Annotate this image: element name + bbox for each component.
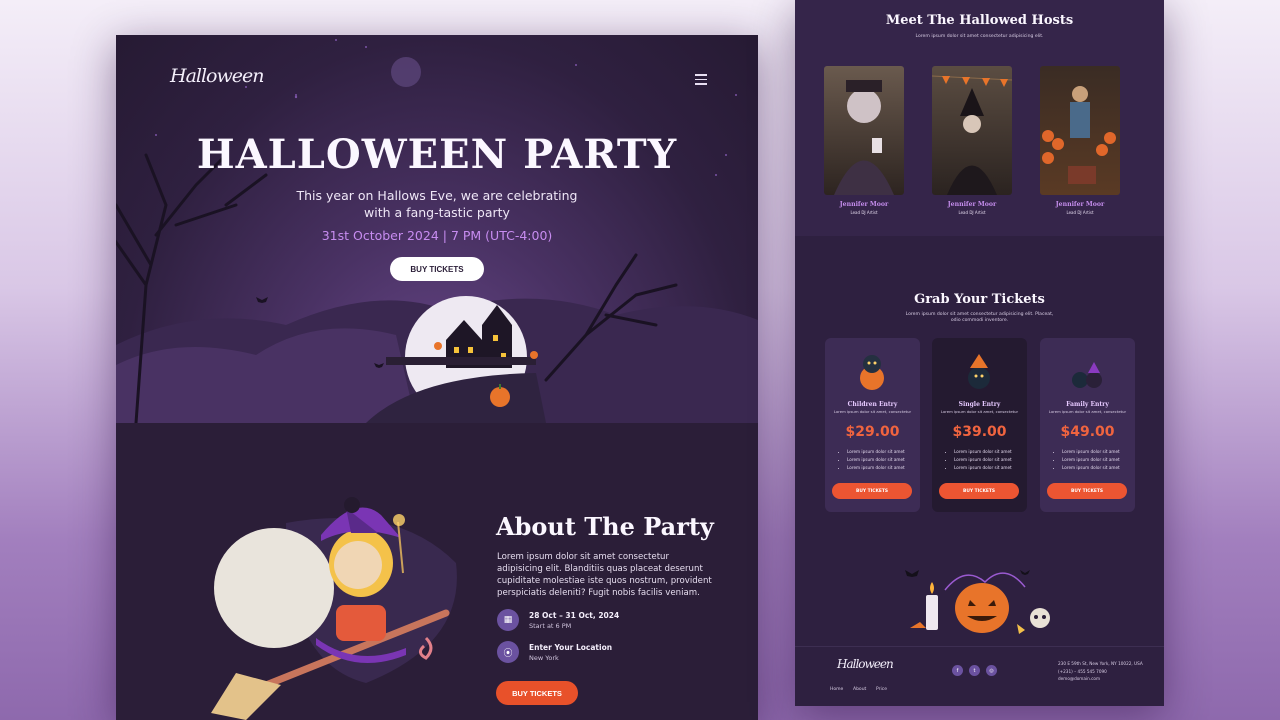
witch-cat-icon — [968, 354, 990, 389]
feature-item: Lorem ipsum dolor sit amet — [847, 464, 905, 472]
ticket-price: $39.00 — [952, 424, 1007, 440]
host-role: Lead DJ Artist — [1066, 210, 1094, 215]
hero-date: 31st October 2024 | 7 PM (UTC-4:00) — [321, 228, 553, 243]
host-name: Jennifer Moor — [839, 201, 889, 208]
landing-page-right: Meet The Hallowed Hosts Lorem ipsum dolo… — [795, 0, 1164, 706]
ticket-features: Lorem ipsum dolor sit amet Lorem ipsum d… — [839, 448, 905, 472]
event-date-info: ▦ 28 Oct – 31 Oct, 2024 Start at 6 PM — [497, 609, 619, 631]
calendar-icon: ▦ — [497, 609, 519, 631]
about-section: About The Party Lorem ipsum dolor sit am… — [116, 423, 758, 720]
ticket-name: Single Entry — [958, 401, 1001, 408]
ticket-price: $49.00 — [1060, 424, 1115, 440]
event-city: New York — [529, 653, 559, 662]
feature-item: Lorem ipsum dolor sit amet — [954, 448, 1012, 456]
ticket-card-family: Family Entry Lorem ipsum dolor sit amet,… — [1040, 338, 1135, 512]
footer-email[interactable]: demo@domain.com — [1058, 675, 1143, 683]
footer: Halloween Home About Price f t ◎ 230 E 5… — [795, 646, 1164, 706]
host-name: Jennifer Moor — [1055, 201, 1105, 208]
host-photo — [1040, 66, 1120, 195]
footer-nav-about[interactable]: About — [853, 687, 866, 692]
event-date: 28 Oct – 31 Oct, 2024 — [529, 610, 620, 620]
host-role: Lead DJ Artist — [850, 210, 878, 215]
feature-item: Lorem ipsum dolor sit amet — [1062, 448, 1120, 456]
hero-title: HALLOWEEN PARTY — [196, 131, 678, 178]
site-logo[interactable]: Halloween — [170, 65, 264, 87]
hero-buy-tickets-button[interactable]: BUY TICKETS — [390, 257, 484, 281]
ticket-description: Lorem ipsum dolor sit amet, consectetur — [940, 409, 1019, 414]
facebook-icon[interactable]: f — [952, 665, 963, 676]
family-cats-icon — [1072, 362, 1102, 388]
instagram-icon[interactable]: ◎ — [986, 665, 997, 676]
ticket-card-single: Single Entry Lorem ipsum dolor sit amet,… — [932, 338, 1027, 512]
ticket-card-children: Children Entry Lorem ipsum dolor sit ame… — [825, 338, 920, 512]
footer-address: 230 E 59th St, New York, NY 10022, USA — [1058, 661, 1143, 666]
host-card: Jennifer Moor Lead DJ Artist — [932, 66, 1012, 215]
pumpkin-cat-icon — [860, 355, 884, 390]
ticket-features: Lorem ipsum dolor sit amet Lorem ipsum d… — [1054, 448, 1120, 472]
feature-item: Lorem ipsum dolor sit amet — [954, 464, 1012, 472]
about-description: Lorem ipsum dolor sit amet consectetur a… — [497, 552, 712, 598]
location-pin-icon: ⦿ — [497, 641, 519, 663]
footer-nav-price[interactable]: Price — [876, 687, 887, 692]
hero-section: Halloween HALLOWEEN PARTY This year on H… — [116, 35, 758, 423]
footer-nav-home[interactable]: Home — [830, 687, 843, 692]
host-role: Lead DJ Artist — [958, 210, 986, 215]
ticket-price: $29.00 — [845, 424, 900, 440]
host-name: Jennifer Moor — [947, 201, 997, 208]
landing-page-left: Halloween HALLOWEEN PARTY This year on H… — [116, 35, 758, 720]
feature-item: Lorem ipsum dolor sit amet — [1062, 456, 1120, 464]
host-photo — [932, 66, 1012, 195]
ticket-description: Lorem ipsum dolor sit amet, consectetur — [1048, 409, 1127, 414]
footer-contact: 230 E 59th St, New York, NY 10022, USA (… — [1058, 660, 1143, 683]
about-title: About The Party — [496, 512, 714, 541]
hamburger-menu-icon[interactable] — [695, 74, 707, 85]
pumpkin-decoration — [905, 570, 1050, 634]
feature-item: Lorem ipsum dolor sit amet — [954, 456, 1012, 464]
about-buy-tickets-button[interactable]: BUY TICKETS — [496, 681, 578, 705]
ticket-name: Family Entry — [1066, 401, 1109, 408]
event-location: Enter Your Location — [529, 642, 613, 652]
ticket-buy-button[interactable]: BUY TICKETS — [832, 483, 912, 499]
ticket-buy-button[interactable]: BUY TICKETS — [1047, 483, 1127, 499]
hosts-title: Meet The Hallowed Hosts — [885, 13, 1074, 28]
event-location-info: ⦿ Enter Your Location New York — [497, 641, 612, 663]
host-card: Jennifer Moor Lead DJ Artist — [1040, 66, 1120, 215]
feature-item: Lorem ipsum dolor sit amet — [847, 448, 905, 456]
witch-illustration — [211, 497, 457, 720]
tickets-title: Grab Your Tickets — [914, 292, 1045, 307]
ticket-features: Lorem ipsum dolor sit amet Lorem ipsum d… — [946, 448, 1012, 472]
hosts-section: Meet The Hallowed Hosts Lorem ipsum dolo… — [795, 0, 1164, 236]
hosts-subtitle: Lorem ipsum dolor sit amet consectetur a… — [915, 34, 1044, 39]
twitter-icon[interactable]: t — [969, 665, 980, 676]
ticket-name: Children Entry — [847, 401, 898, 408]
ticket-description: Lorem ipsum dolor sit amet, consectetur — [833, 409, 912, 414]
footer-logo[interactable]: Halloween — [837, 657, 894, 671]
footer-phone: (+231) – 455 545 7090 — [1058, 668, 1107, 674]
event-start-time: Start at 6 PM — [529, 621, 572, 630]
tickets-subtitle: Lorem ipsum dolor sit amet consectetur a… — [905, 312, 1054, 324]
hero-subtitle: This year on Hallows Eve, we are celebra… — [296, 188, 578, 220]
ticket-buy-button[interactable]: BUY TICKETS — [939, 483, 1019, 499]
host-photo — [824, 66, 904, 195]
feature-item: Lorem ipsum dolor sit amet — [1062, 464, 1120, 472]
host-card: Jennifer Moor Lead DJ Artist — [824, 66, 904, 215]
feature-item: Lorem ipsum dolor sit amet — [847, 456, 905, 464]
